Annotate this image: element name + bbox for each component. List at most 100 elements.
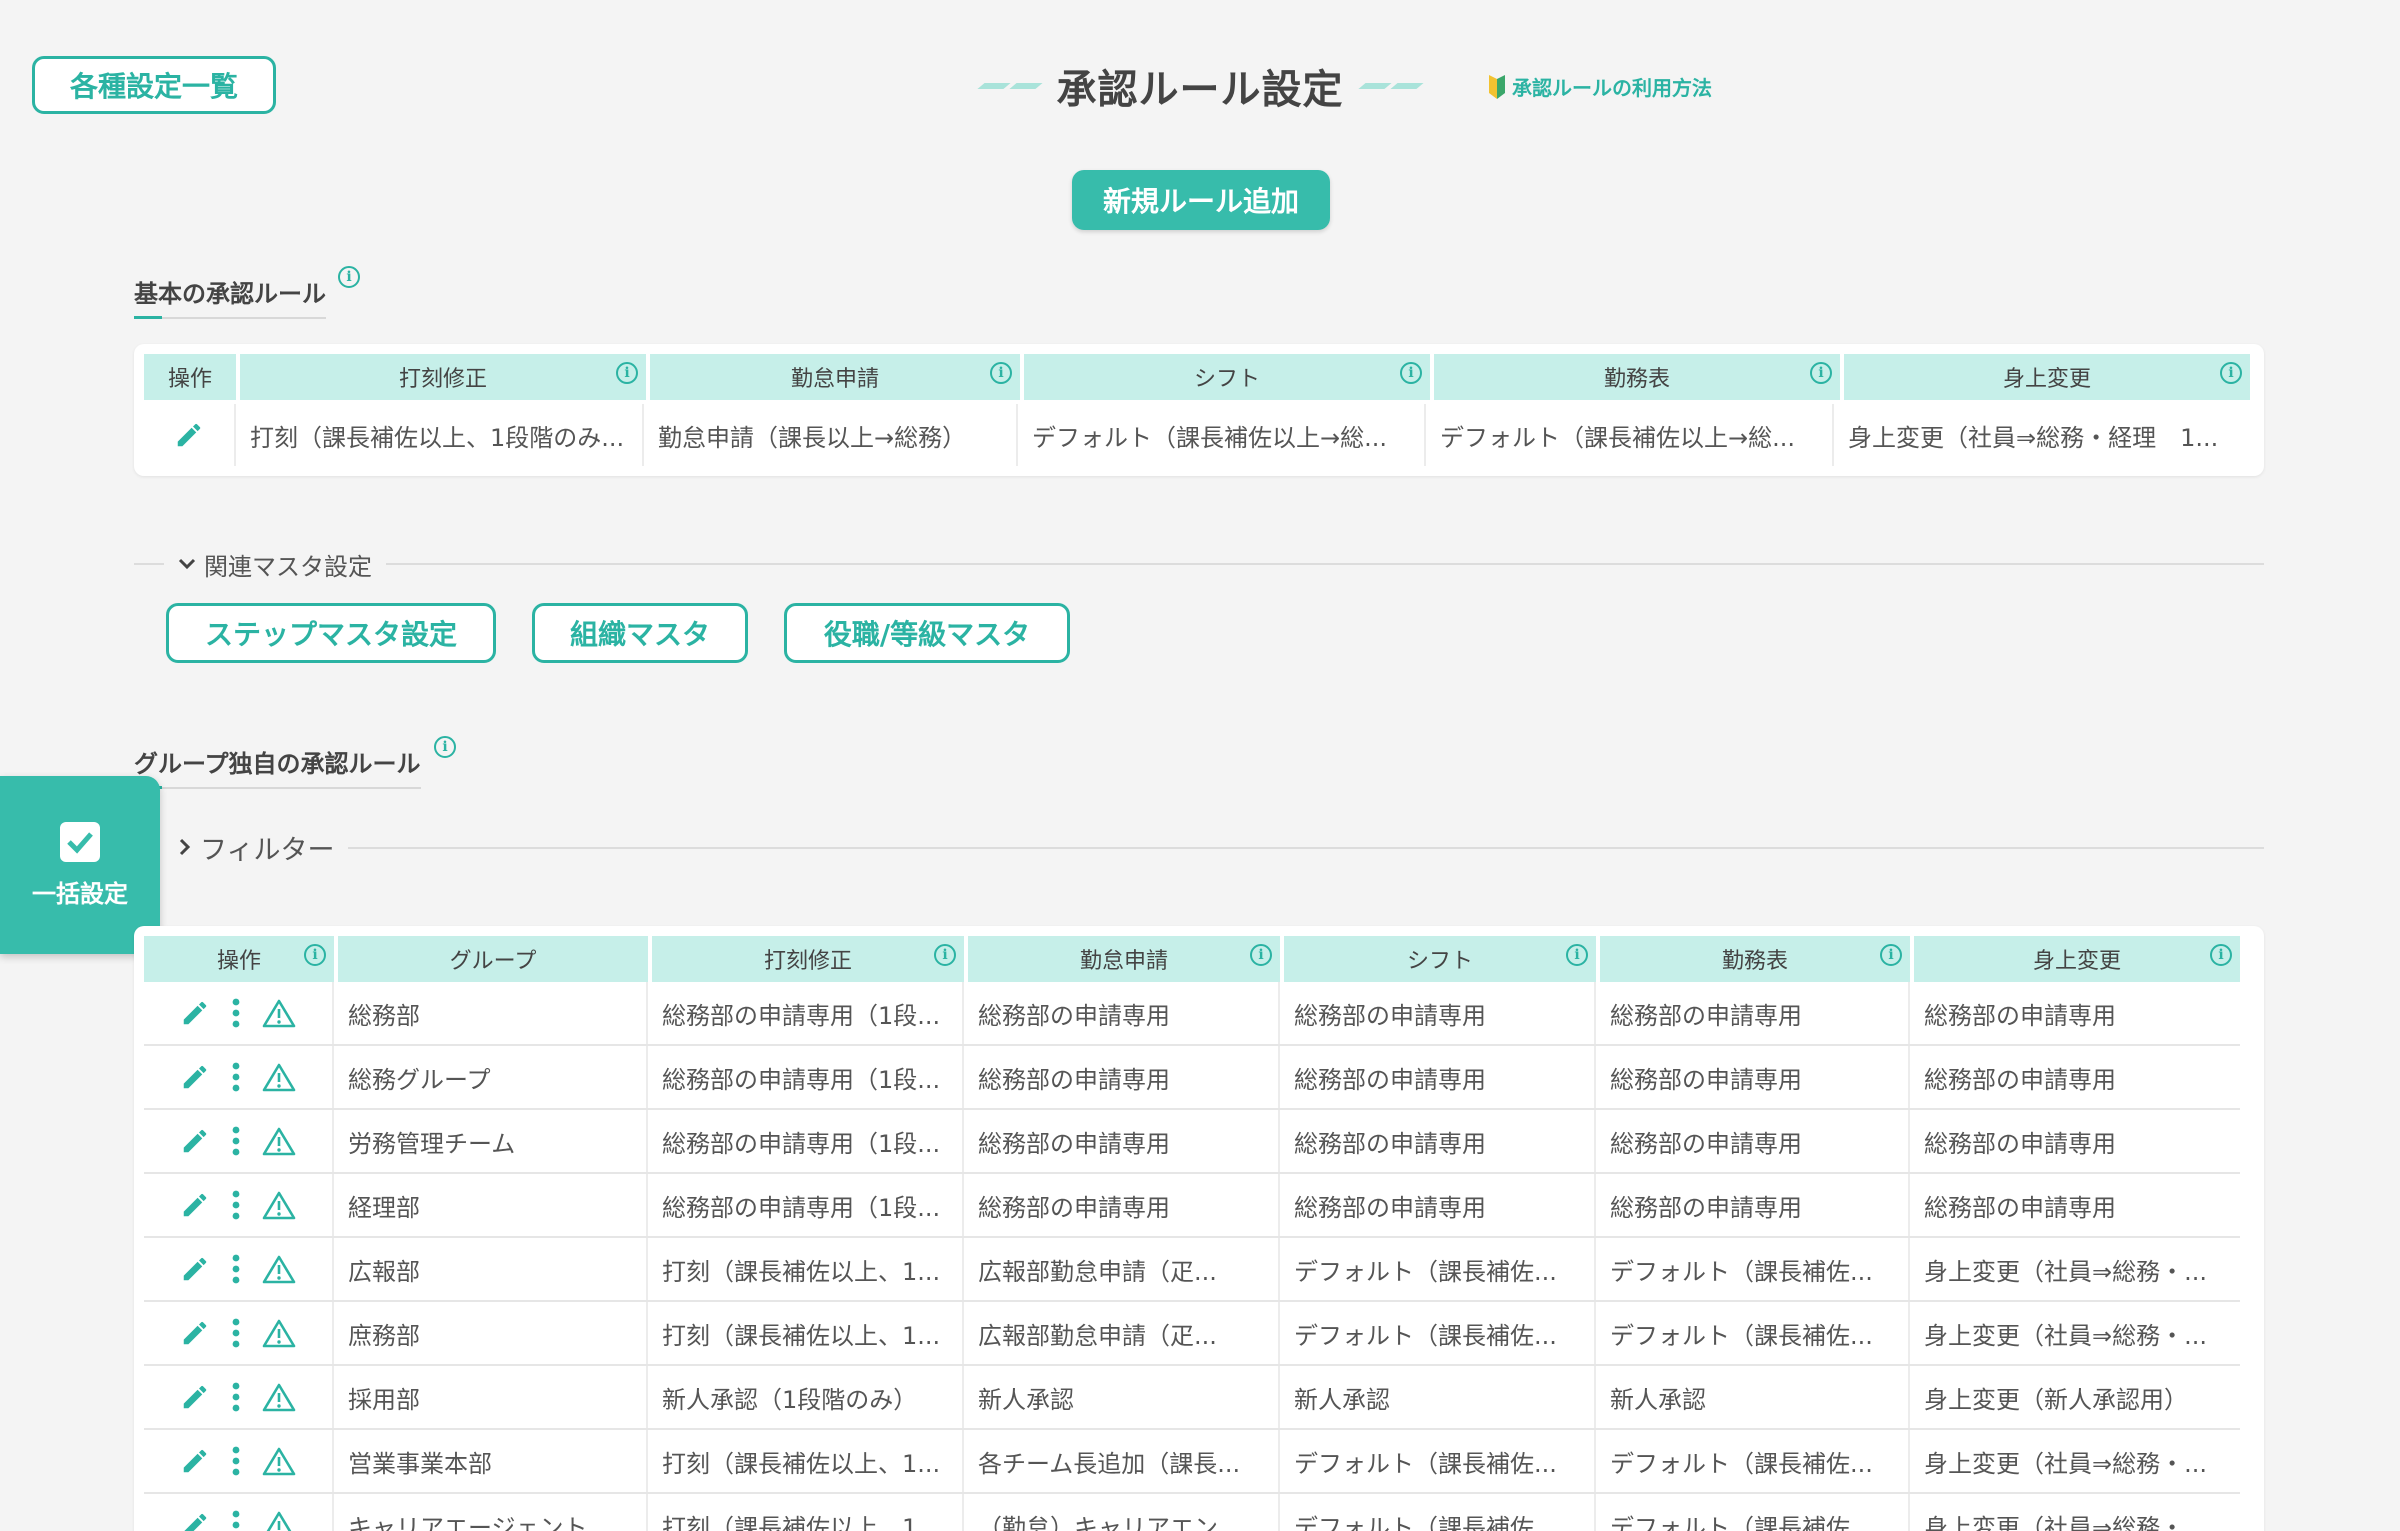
cell-attendance-request: （勤怠）キャリアエン... [966, 1494, 1280, 1531]
warning-icon[interactable] [262, 1510, 296, 1531]
beginner-mark-icon [1489, 74, 1505, 99]
edit-pencil-icon[interactable] [180, 1190, 210, 1220]
table-row: キャリアエージェント 打刻（課長補佐以上、1... （勤怠）キャリアエン... デフォ… [144, 1494, 2240, 1531]
cell-attendance-request: 総務部の申請専用 [966, 1046, 1280, 1108]
warning-icon[interactable] [262, 998, 296, 1028]
edit-pencil-icon[interactable] [174, 420, 204, 450]
edit-pencil-icon[interactable] [180, 1126, 210, 1156]
info-icon[interactable]: i [304, 944, 326, 966]
filter-divider [164, 847, 2264, 849]
step-master-button[interactable]: ステップマスタ設定 [166, 603, 496, 663]
warning-icon[interactable] [262, 1190, 296, 1220]
edit-pencil-icon[interactable] [180, 1254, 210, 1284]
column-header-timesheet: 勤務表 i [1600, 936, 1910, 982]
info-icon[interactable]: i [616, 362, 638, 384]
group-rule-info-icon[interactable]: i [434, 736, 456, 758]
cell-timesheet: 総務部の申請専用 [1598, 1110, 1910, 1172]
warning-icon[interactable] [262, 1126, 296, 1156]
cell-shift: デフォルト（課長補佐... [1282, 1494, 1596, 1531]
help-link-label[interactable]: 承認ルールの利用方法 [1512, 72, 1712, 101]
add-new-rule-button[interactable]: 新規ルール追加 [1072, 170, 1330, 230]
info-icon[interactable]: i [1880, 944, 1902, 966]
more-vertical-icon[interactable] [232, 1190, 240, 1220]
basic-rule-info-icon[interactable]: i [338, 266, 360, 288]
related-master-divider [134, 563, 2264, 565]
cell-attendance-request: 新人承認 [966, 1366, 1280, 1428]
warning-icon[interactable] [262, 1062, 296, 1092]
edit-pencil-icon[interactable] [180, 1062, 210, 1092]
more-vertical-icon[interactable] [232, 1446, 240, 1476]
position-grade-master-button[interactable]: 役職/等級マスタ [784, 603, 1070, 663]
edit-pencil-icon[interactable] [180, 1510, 210, 1531]
cell-personal-change: 総務部の申請専用 [1924, 1065, 2116, 1094]
more-vertical-icon[interactable] [232, 998, 240, 1028]
basic-rule-title-text: 基本の承認ルール [134, 280, 326, 308]
bulk-setting-tab[interactable]: 一括設定 [0, 776, 160, 954]
cell-personal-change: 総務部の申請専用 [1924, 1129, 2116, 1158]
edit-pencil-icon[interactable] [180, 1318, 210, 1348]
column-header-shift: シフト i [1284, 936, 1596, 982]
organization-master-button[interactable]: 組織マスタ [532, 603, 748, 663]
filter-toggle[interactable]: フィルター [164, 828, 349, 866]
edit-pencil-icon[interactable] [180, 1382, 210, 1412]
column-header-clock-correction: 打刻修正 i [240, 354, 646, 400]
warning-icon[interactable] [262, 1254, 296, 1284]
warning-icon[interactable] [262, 1446, 296, 1476]
more-vertical-icon[interactable] [232, 1510, 240, 1531]
cell-shift: 新人承認 [1282, 1366, 1596, 1428]
column-header-attendance-request: 勤怠申請 i [968, 936, 1280, 982]
operation-cell [144, 1174, 334, 1236]
more-vertical-icon[interactable] [232, 1254, 240, 1284]
info-icon[interactable]: i [1400, 362, 1422, 384]
cell-timesheet: 新人承認 [1598, 1366, 1910, 1428]
cell-personal-change: 身上変更（社員⇒総務・... [1924, 1449, 2207, 1478]
info-icon[interactable]: i [2210, 944, 2232, 966]
related-master-toggle[interactable]: 関連マスタ設定 [164, 546, 386, 582]
cell-attendance-request: 総務部の申請専用 [966, 1174, 1280, 1236]
more-vertical-icon[interactable] [232, 1062, 240, 1092]
info-icon[interactable]: i [2220, 362, 2242, 384]
table-row: 経理部 総務部の申請専用（1段... 総務部の申請専用 総務部の申請専用 総務部の申請専… [144, 1174, 2240, 1238]
table-row: 採用部 新人承認（1段階のみ） 新人承認 新人承認 新人承認 身上変更（新人承認用） [144, 1366, 2240, 1430]
column-header-personal-change: 身上変更 i [1914, 936, 2240, 982]
cell-attendance-request: 総務部の申請専用 [966, 1110, 1280, 1172]
info-icon[interactable]: i [1810, 362, 1832, 384]
cell-personal-change: 総務部の申請専用 [1924, 1193, 2116, 1222]
settings-list-button[interactable]: 各種設定一覧 [32, 56, 276, 114]
cell-group: 労務管理チーム [336, 1110, 648, 1172]
cell-timesheet: 総務部の申請専用 [1598, 1046, 1910, 1108]
cell-group: 広報部 [336, 1238, 648, 1300]
help-link[interactable]: 承認ルールの利用方法 [1488, 72, 1712, 101]
more-vertical-icon[interactable] [232, 1318, 240, 1348]
info-icon[interactable]: i [934, 944, 956, 966]
operation-cell [144, 1366, 334, 1428]
table-row: 総務部 総務部の申請専用（1段... 総務部の申請専用 総務部の申請専用 総務部の申請専… [144, 982, 2240, 1046]
cell-shift: 総務部の申請専用 [1282, 1174, 1596, 1236]
operation-cell [144, 1110, 334, 1172]
edit-pencil-icon[interactable] [180, 1446, 210, 1476]
operation-cell [144, 1430, 334, 1492]
basic-rule-table-header: 操作 打刻修正 i 勤怠申請 i シフト i 勤務表 i 身上変更 i [144, 354, 2250, 400]
cell-clock-correction: 打刻（課長補佐以上、1... [650, 1302, 964, 1364]
cell-timesheet: 総務部の申請専用 [1598, 982, 1910, 1044]
edit-pencil-icon[interactable] [180, 998, 210, 1028]
table-row: 営業事業本部 打刻（課長補佐以上、1... 各チーム長追加（課長... デフォルト（課… [144, 1430, 2240, 1494]
operation-cell [144, 1238, 334, 1300]
cell-clock-correction: 総務部の申請専用（1段... [650, 1174, 964, 1236]
info-icon[interactable]: i [1250, 944, 1272, 966]
warning-icon[interactable] [262, 1318, 296, 1348]
cell-attendance-request: 各チーム長追加（課長... [966, 1430, 1280, 1492]
info-icon[interactable]: i [990, 362, 1012, 384]
more-vertical-icon[interactable] [232, 1382, 240, 1412]
info-icon[interactable]: i [1566, 944, 1588, 966]
table-row: 庶務部 打刻（課長補佐以上、1... 広報部勤怠申請（疋... デフォルト（課長補佐.… [144, 1302, 2240, 1366]
cell-attendance-request: 広報部勤怠申請（疋... [966, 1302, 1280, 1364]
operation-cell [144, 982, 334, 1044]
cell-group: 経理部 [336, 1174, 648, 1236]
title-decoration-right [1357, 83, 1424, 89]
cell-shift: デフォルト（課長補佐... [1282, 1238, 1596, 1300]
more-vertical-icon[interactable] [232, 1126, 240, 1156]
column-header-attendance-request: 勤怠申請 i [650, 354, 1020, 400]
warning-icon[interactable] [262, 1382, 296, 1412]
page-title: 承認ルール設定 [960, 56, 1440, 116]
